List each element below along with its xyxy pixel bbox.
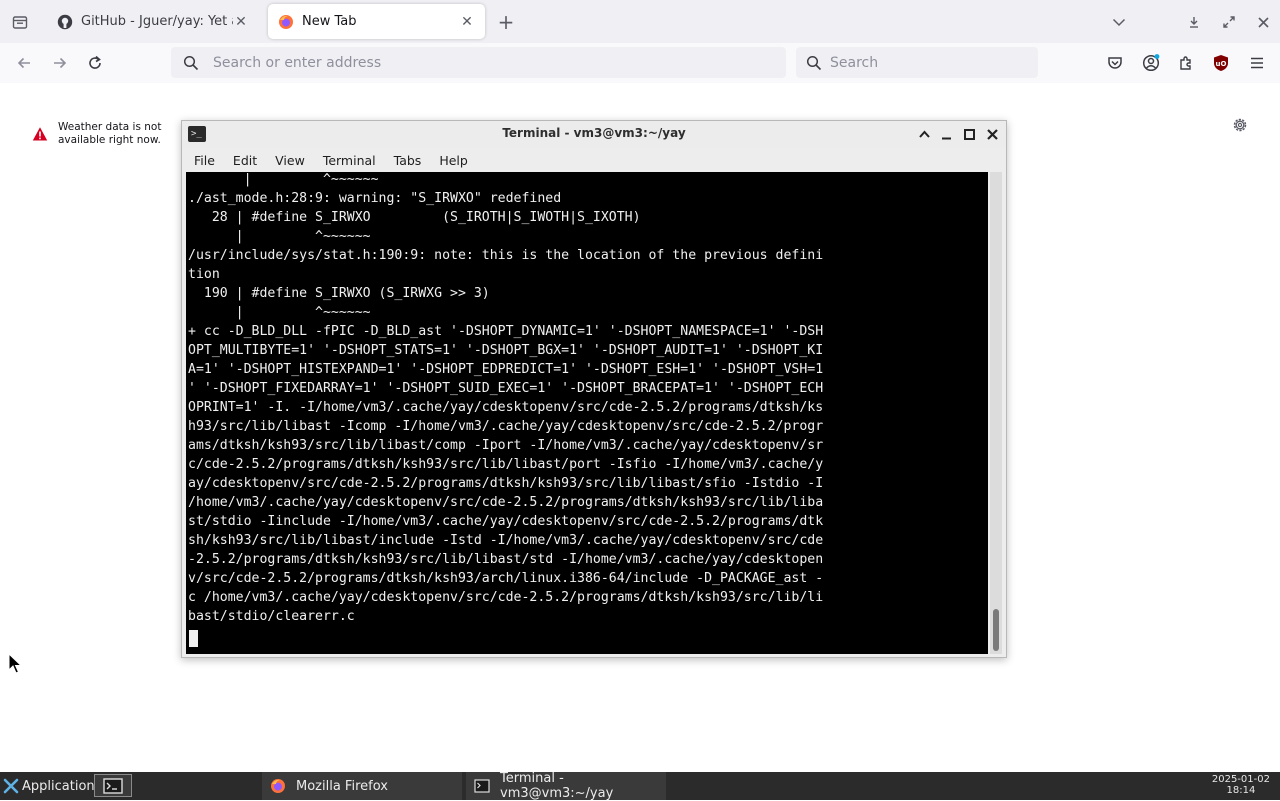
tab-title: GitHub - Jguer/yay: Yet another Yogurt -… — [81, 14, 233, 29]
gear-icon — [1233, 118, 1247, 132]
close-icon — [1257, 16, 1269, 28]
url-bar[interactable]: Search or enter address — [171, 47, 786, 78]
navigation-toolbar: Search or enter address Search uO — [0, 43, 1280, 83]
terminal-output: | ^~~~~~~ ./ast_mode.h:28:9: warning: "S… — [188, 172, 824, 624]
mouse-pointer-icon — [8, 653, 22, 674]
extensions-button[interactable] — [1176, 53, 1196, 73]
window-minimize-button[interactable] — [1185, 13, 1203, 31]
weather-widget: Weather data is not available right now. — [32, 121, 162, 147]
tab-close-icon[interactable]: ✕ — [459, 14, 475, 30]
firefox-icon — [270, 778, 286, 794]
terminal-title: Terminal - vm3@vm3:~/yay — [502, 126, 686, 140]
text-cursor — [189, 630, 198, 647]
terminal-scrollbar[interactable] — [990, 172, 1002, 654]
minimize-icon — [941, 137, 951, 139]
search-bar-placeholder: Search — [830, 54, 879, 71]
close-button[interactable] — [984, 126, 1000, 142]
pocket-icon — [1108, 57, 1122, 69]
close-icon — [986, 128, 998, 140]
list-all-tabs-button[interactable] — [1109, 12, 1129, 32]
tab-new-tab[interactable]: New Tab ✕ — [268, 4, 485, 39]
terminal-screen[interactable]: | ^~~~~~~ ./ast_mode.h:28:9: warning: "S… — [186, 172, 988, 654]
applications-label: Applications — [22, 778, 102, 794]
menu-edit[interactable]: Edit — [224, 153, 266, 168]
maximize-icon — [963, 128, 975, 140]
taskbar-item-terminal[interactable]: Terminal - vm3@vm3:~/yay — [466, 771, 666, 801]
tab-close-icon[interactable]: ✕ — [233, 14, 249, 30]
terminal-titlebar[interactable]: >_ Terminal - vm3@vm3:~/yay — [182, 121, 1006, 148]
firefox-view-icon — [12, 16, 28, 29]
clock-time: 18:14 — [1226, 785, 1256, 796]
restore-arrows-icon — [1223, 16, 1235, 28]
application-menu-button[interactable] — [1247, 53, 1267, 73]
window-close-button[interactable] — [1254, 13, 1272, 31]
terminal-icon — [474, 778, 490, 794]
xfce-logo-icon — [3, 778, 19, 794]
menu-terminal[interactable]: Terminal — [314, 153, 385, 168]
account-button[interactable] — [1141, 53, 1161, 73]
menu-file[interactable]: File — [182, 153, 224, 168]
firefox-view-button[interactable] — [10, 12, 30, 32]
back-icon — [17, 57, 30, 69]
tab-title: New Tab — [302, 14, 357, 29]
menu-help[interactable]: Help — [430, 153, 477, 168]
weather-message: Weather data is not available right now. — [58, 121, 162, 146]
account-icon — [1142, 54, 1160, 72]
menu-tabs[interactable]: Tabs — [385, 153, 431, 168]
warning-icon — [32, 127, 48, 141]
tab-strip: GitHub - Jguer/yay: Yet another Yogurt -… — [0, 0, 1280, 43]
search-icon — [806, 55, 822, 71]
terminal-icon — [103, 777, 123, 794]
minimize-arrow-icon — [1190, 17, 1198, 28]
back-button[interactable] — [14, 53, 34, 73]
firefox-icon — [278, 14, 294, 30]
reload-icon — [89, 55, 101, 69]
taskbar: Applications Mozilla Firefox Terminal - … — [0, 771, 1280, 801]
forward-icon — [54, 57, 67, 69]
terminal-window: >_ Terminal - vm3@vm3:~/yay File Edit Vi… — [181, 120, 1007, 658]
search-icon — [183, 55, 199, 71]
clock-date: 2025-01-02 — [1211, 774, 1270, 785]
svg-text:uO: uO — [1216, 60, 1227, 68]
forward-button[interactable] — [50, 53, 70, 73]
pocket-button[interactable] — [1105, 53, 1125, 73]
chevron-down-icon — [1112, 18, 1126, 27]
tab-github[interactable]: GitHub - Jguer/yay: Yet another Yogurt -… — [47, 4, 259, 39]
github-icon — [57, 14, 73, 30]
extensions-icon — [1180, 56, 1191, 70]
taskbar-item-label: Terminal - vm3@vm3:~/yay — [500, 771, 614, 801]
applications-menu-button[interactable]: Applications — [0, 772, 101, 800]
terminal-menubar: File Edit View Terminal Tabs Help — [182, 148, 1006, 172]
menu-icon — [1251, 57, 1263, 69]
url-bar-placeholder: Search or enter address — [213, 54, 382, 71]
plus-icon: + — [497, 10, 515, 34]
new-tab-button[interactable]: + — [496, 10, 516, 34]
scrollbar-thumb[interactable] — [993, 609, 999, 651]
search-bar[interactable]: Search — [796, 47, 1038, 78]
ublock-icon: uO — [1214, 55, 1228, 71]
maximize-button[interactable] — [961, 126, 977, 142]
minimize-button[interactable] — [938, 126, 954, 142]
taskbar-item-label: Mozilla Firefox — [296, 778, 388, 794]
menu-view[interactable]: View — [266, 153, 314, 168]
ublock-origin-button[interactable]: uO — [1211, 53, 1231, 73]
terminal-launcher[interactable] — [94, 774, 132, 797]
window-restore-button[interactable] — [1220, 13, 1238, 31]
shade-button[interactable] — [916, 126, 932, 142]
reload-button[interactable] — [85, 53, 105, 73]
clock[interactable]: 2025-01-02 18:14 — [1212, 774, 1270, 796]
chevron-up-icon — [918, 130, 930, 138]
newtab-settings-button[interactable] — [1230, 115, 1250, 135]
taskbar-item-firefox[interactable]: Mozilla Firefox — [262, 772, 462, 800]
